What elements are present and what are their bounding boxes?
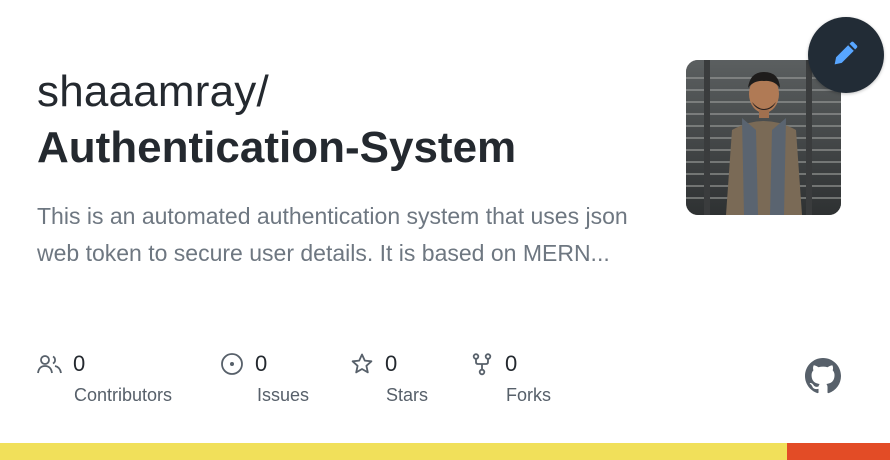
contributors-count: 0 [73, 351, 86, 376]
avatar-photo [686, 60, 841, 215]
stars-count: 0 [385, 351, 398, 376]
edit-button[interactable] [808, 17, 884, 93]
contributors-label: Contributors [74, 385, 173, 405]
language-segment [0, 443, 787, 460]
stat-issues[interactable]: 0 Issues [219, 350, 309, 405]
people-icon [37, 351, 63, 377]
repo-description: This is an automated authentication syst… [37, 203, 628, 266]
star-icon [349, 351, 375, 377]
stat-contributors[interactable]: 0 Contributors [37, 350, 172, 405]
pencil-icon [829, 36, 863, 75]
stat-stars[interactable]: 0 Stars [349, 350, 428, 405]
fork-icon [469, 351, 495, 377]
owner-avatar[interactable] [686, 60, 841, 215]
language-segment [786, 443, 890, 460]
issue-icon [219, 351, 245, 377]
issues-label: Issues [257, 385, 310, 405]
language-bar [0, 443, 890, 460]
issues-count: 0 [255, 351, 268, 376]
repo-owner[interactable]: shaaamray/ [37, 64, 269, 120]
stars-label: Stars [386, 385, 429, 405]
forks-count: 0 [505, 351, 518, 376]
repo-name[interactable]: Authentication-System [37, 120, 516, 176]
stat-forks[interactable]: 0 Forks [469, 350, 551, 405]
forks-label: Forks [506, 385, 551, 405]
github-icon[interactable] [805, 358, 841, 394]
